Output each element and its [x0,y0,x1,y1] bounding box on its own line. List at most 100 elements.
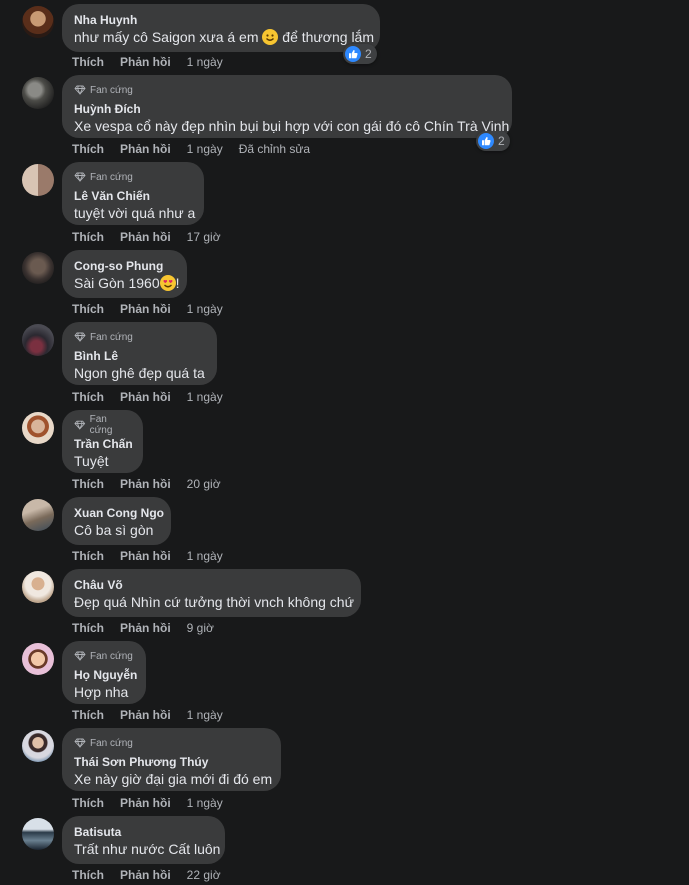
avatar[interactable] [22,730,54,762]
comment-bubble: Fan cứng Lê Văn Chiến tuyệt vời quá như … [62,162,204,225]
comment-text-part: để thương lắm [278,29,375,45]
comment-text: Xe này giờ đại gia mới đi đó em [74,771,273,787]
reply-button[interactable]: Phản hồi [120,549,171,563]
avatar[interactable] [22,818,54,850]
comment-author[interactable]: Cong-so Phung [74,259,175,274]
reply-button[interactable]: Phản hồi [120,302,171,316]
badge-label: Fan cứng [90,650,133,662]
comment-bubble: Fan cứng Bình Lê Ngon ghê đẹp quá ta [62,322,217,385]
comment-timestamp[interactable]: 1 ngày [187,708,223,722]
reply-button[interactable]: Phản hồi [120,230,171,244]
comment-timestamp[interactable]: 1 ngày [187,142,223,156]
comment-author[interactable]: Họ Nguyễn [74,668,137,683]
comment-actions: Thích Phản hồi 1 ngày [72,390,239,404]
comment-bubble: Fan cứng Thái Sơn Phương Thúy Xe này giờ… [62,728,281,791]
avatar[interactable] [22,164,54,196]
comment-timestamp[interactable]: 9 giờ [187,621,214,635]
comment-actions: Thích Phản hồi 1 ngày [72,708,239,722]
comment-timestamp[interactable]: 1 ngày [187,55,223,69]
comment-text: Tuyệt [74,453,109,469]
comment-bubble: Châu Võ Đẹp quá Nhìn cứ tưởng thời vnch … [62,569,361,617]
comment-actions: Thích Phản hồi 1 ngày [72,55,239,69]
comment-text-part: như mấy cô Saigon xưa á em [74,29,263,45]
avatar[interactable] [22,6,54,38]
comment-timestamp[interactable]: 1 ngày [187,549,223,563]
like-button[interactable]: Thích [72,55,104,69]
badge-label: Fan cứng [90,84,133,96]
comment-author[interactable]: Bình Lê [74,349,205,364]
comment-actions: Thích Phản hồi 1 ngày [72,302,239,316]
comment-actions: Thích Phản hồi 1 ngày [72,549,239,563]
comment-text-part: ! [175,275,180,291]
like-button[interactable]: Thích [72,477,104,491]
diamond-icon [74,332,86,342]
smile-emoji-icon [262,29,279,45]
avatar[interactable] [22,324,54,356]
comment-author[interactable]: Châu Võ [74,578,349,593]
comment-author[interactable]: Batisuta [74,825,213,840]
comment-timestamp[interactable]: 1 ngày [187,302,223,316]
reply-button[interactable]: Phản hồi [120,477,171,491]
comment-bubble: Batisuta Trất như nước Cất luôn [62,816,225,864]
reply-button[interactable]: Phản hồi [120,868,171,882]
reaction-count[interactable]: 2 [476,131,510,151]
badge-label: Fan cứng [90,331,133,343]
like-button[interactable]: Thích [72,390,104,404]
like-button[interactable]: Thích [72,708,104,722]
fan-badge: Fan cứng [74,414,131,436]
like-button[interactable]: Thích [72,302,104,316]
comment-text: Hợp nha [74,684,129,700]
comment-text: Trất như nước Cất luôn [74,841,221,857]
avatar[interactable] [22,412,54,444]
reaction-number: 2 [498,134,505,148]
avatar[interactable] [22,643,54,675]
reply-button[interactable]: Phản hồi [120,55,171,69]
comment-author[interactable]: Thái Sơn Phương Thúy [74,755,269,770]
thumbs-up-icon [478,133,494,149]
like-button[interactable]: Thích [72,142,104,156]
comment-timestamp[interactable]: 22 giờ [187,868,221,882]
fan-badge: Fan cứng [74,330,205,344]
reaction-count[interactable]: 2 [343,44,377,64]
comment-author[interactable]: Xuan Cong Ngo [74,506,164,521]
avatar[interactable] [22,77,54,109]
fan-badge: Fan cứng [74,170,192,184]
comment-actions: Thích Phản hồi 1 ngày Đã chỉnh sửa [72,142,310,156]
comment-bubble: Xuan Cong Ngo Cô ba sì gòn [62,497,171,545]
heart-eyes-emoji-icon [159,275,176,291]
comment-author[interactable]: Nha Huynh [74,13,368,28]
like-button[interactable]: Thích [72,230,104,244]
comment-text: Đẹp quá Nhìn cứ tưởng thời vnch không ch… [74,594,354,610]
reply-button[interactable]: Phản hồi [120,390,171,404]
avatar[interactable] [22,499,54,531]
comment-author[interactable]: Trần Chấn [74,437,133,452]
avatar[interactable] [22,252,54,284]
diamond-icon [74,172,86,182]
comment-bubble: Fan cứng Họ Nguyễn Hợp nha [62,641,146,704]
edited-label[interactable]: Đã chỉnh sửa [239,142,310,156]
fan-badge: Fan cứng [74,649,134,663]
comment-actions: Thích Phản hồi 1 ngày [72,796,239,810]
comment-bubble: Fan cứng Trần Chấn Tuyệt [62,410,143,473]
like-button[interactable]: Thích [72,549,104,563]
comment-actions: Thích Phản hồi 22 giờ [72,868,237,882]
reply-button[interactable]: Phản hồi [120,142,171,156]
avatar[interactable] [22,571,54,603]
comment-text: Sài Gòn 1960! [74,274,180,292]
comment-timestamp[interactable]: 1 ngày [187,390,223,404]
like-button[interactable]: Thích [72,868,104,882]
comment-author[interactable]: Lê Văn Chiến [74,189,192,204]
like-button[interactable]: Thích [72,621,104,635]
comment-timestamp[interactable]: 1 ngày [187,796,223,810]
reply-button[interactable]: Phản hồi [120,621,171,635]
fan-badge: Fan cứng [74,736,269,750]
reply-button[interactable]: Phản hồi [120,708,171,722]
diamond-icon [74,420,86,430]
comment-timestamp[interactable]: 20 giờ [187,477,221,491]
reply-button[interactable]: Phản hồi [120,796,171,810]
badge-label: Fan cứng [90,737,133,749]
comment-author[interactable]: Huỳnh Đích [74,102,500,117]
comment-timestamp[interactable]: 17 giờ [187,230,221,244]
like-button[interactable]: Thích [72,796,104,810]
comments-panel: Nha Huynh như mấy cô Saigon xưa á em để … [0,0,689,885]
